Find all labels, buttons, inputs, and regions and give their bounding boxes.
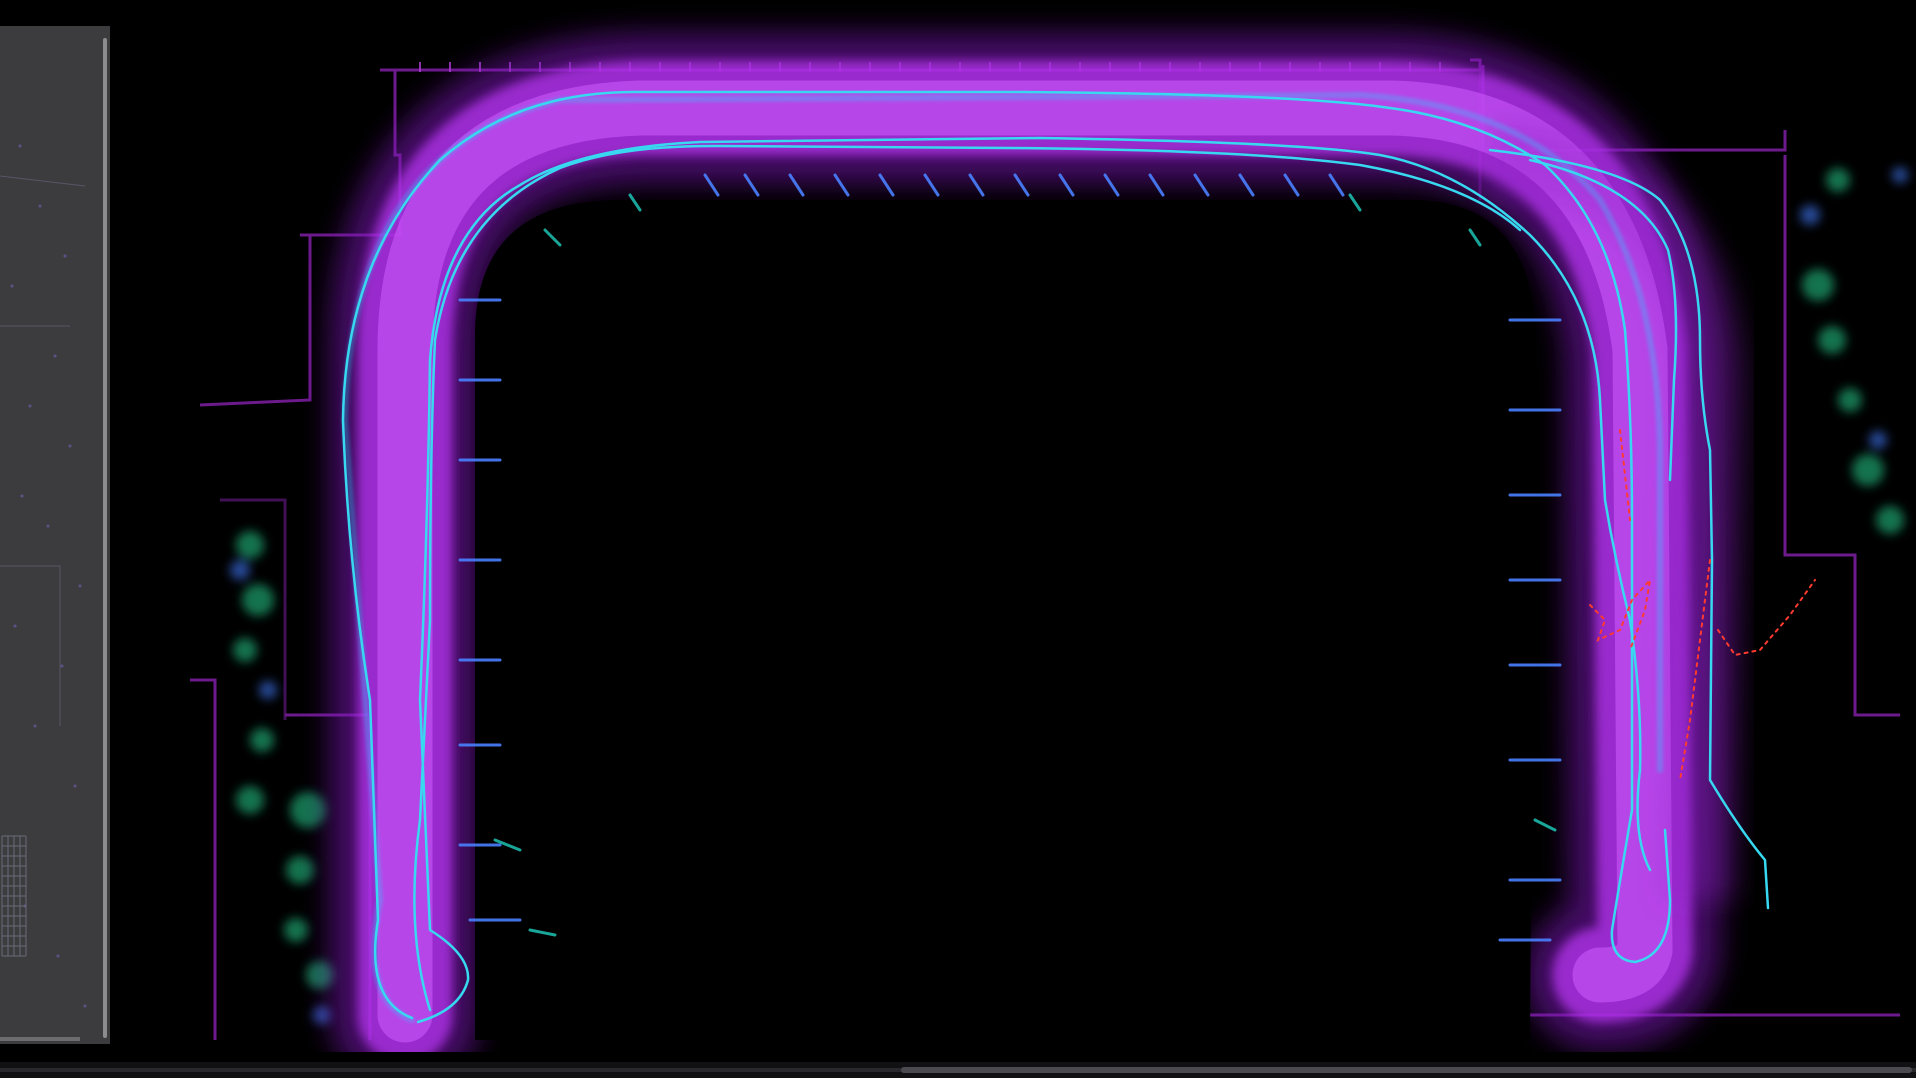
minimap-points [10, 144, 87, 1008]
panel-vertical-scrollbar[interactable] [103, 38, 107, 1038]
app-window [0, 0, 1916, 1078]
minimap-grid [1, 835, 27, 957]
courtyard-void [475, 200, 1535, 1040]
viewport-horizontal-scrollbar[interactable] [0, 1062, 1916, 1078]
scrollbar-thumb[interactable] [901, 1067, 1912, 1073]
minimap-outline [0, 565, 61, 726]
point-cloud-scene[interactable] [110, 0, 1916, 1052]
side-minimap-panel[interactable] [0, 26, 110, 1044]
panel-horizontal-scrollbar[interactable] [0, 1037, 80, 1041]
minimap-preview [0, 144, 87, 1008]
point-cloud-viewport[interactable] [110, 0, 1916, 1052]
